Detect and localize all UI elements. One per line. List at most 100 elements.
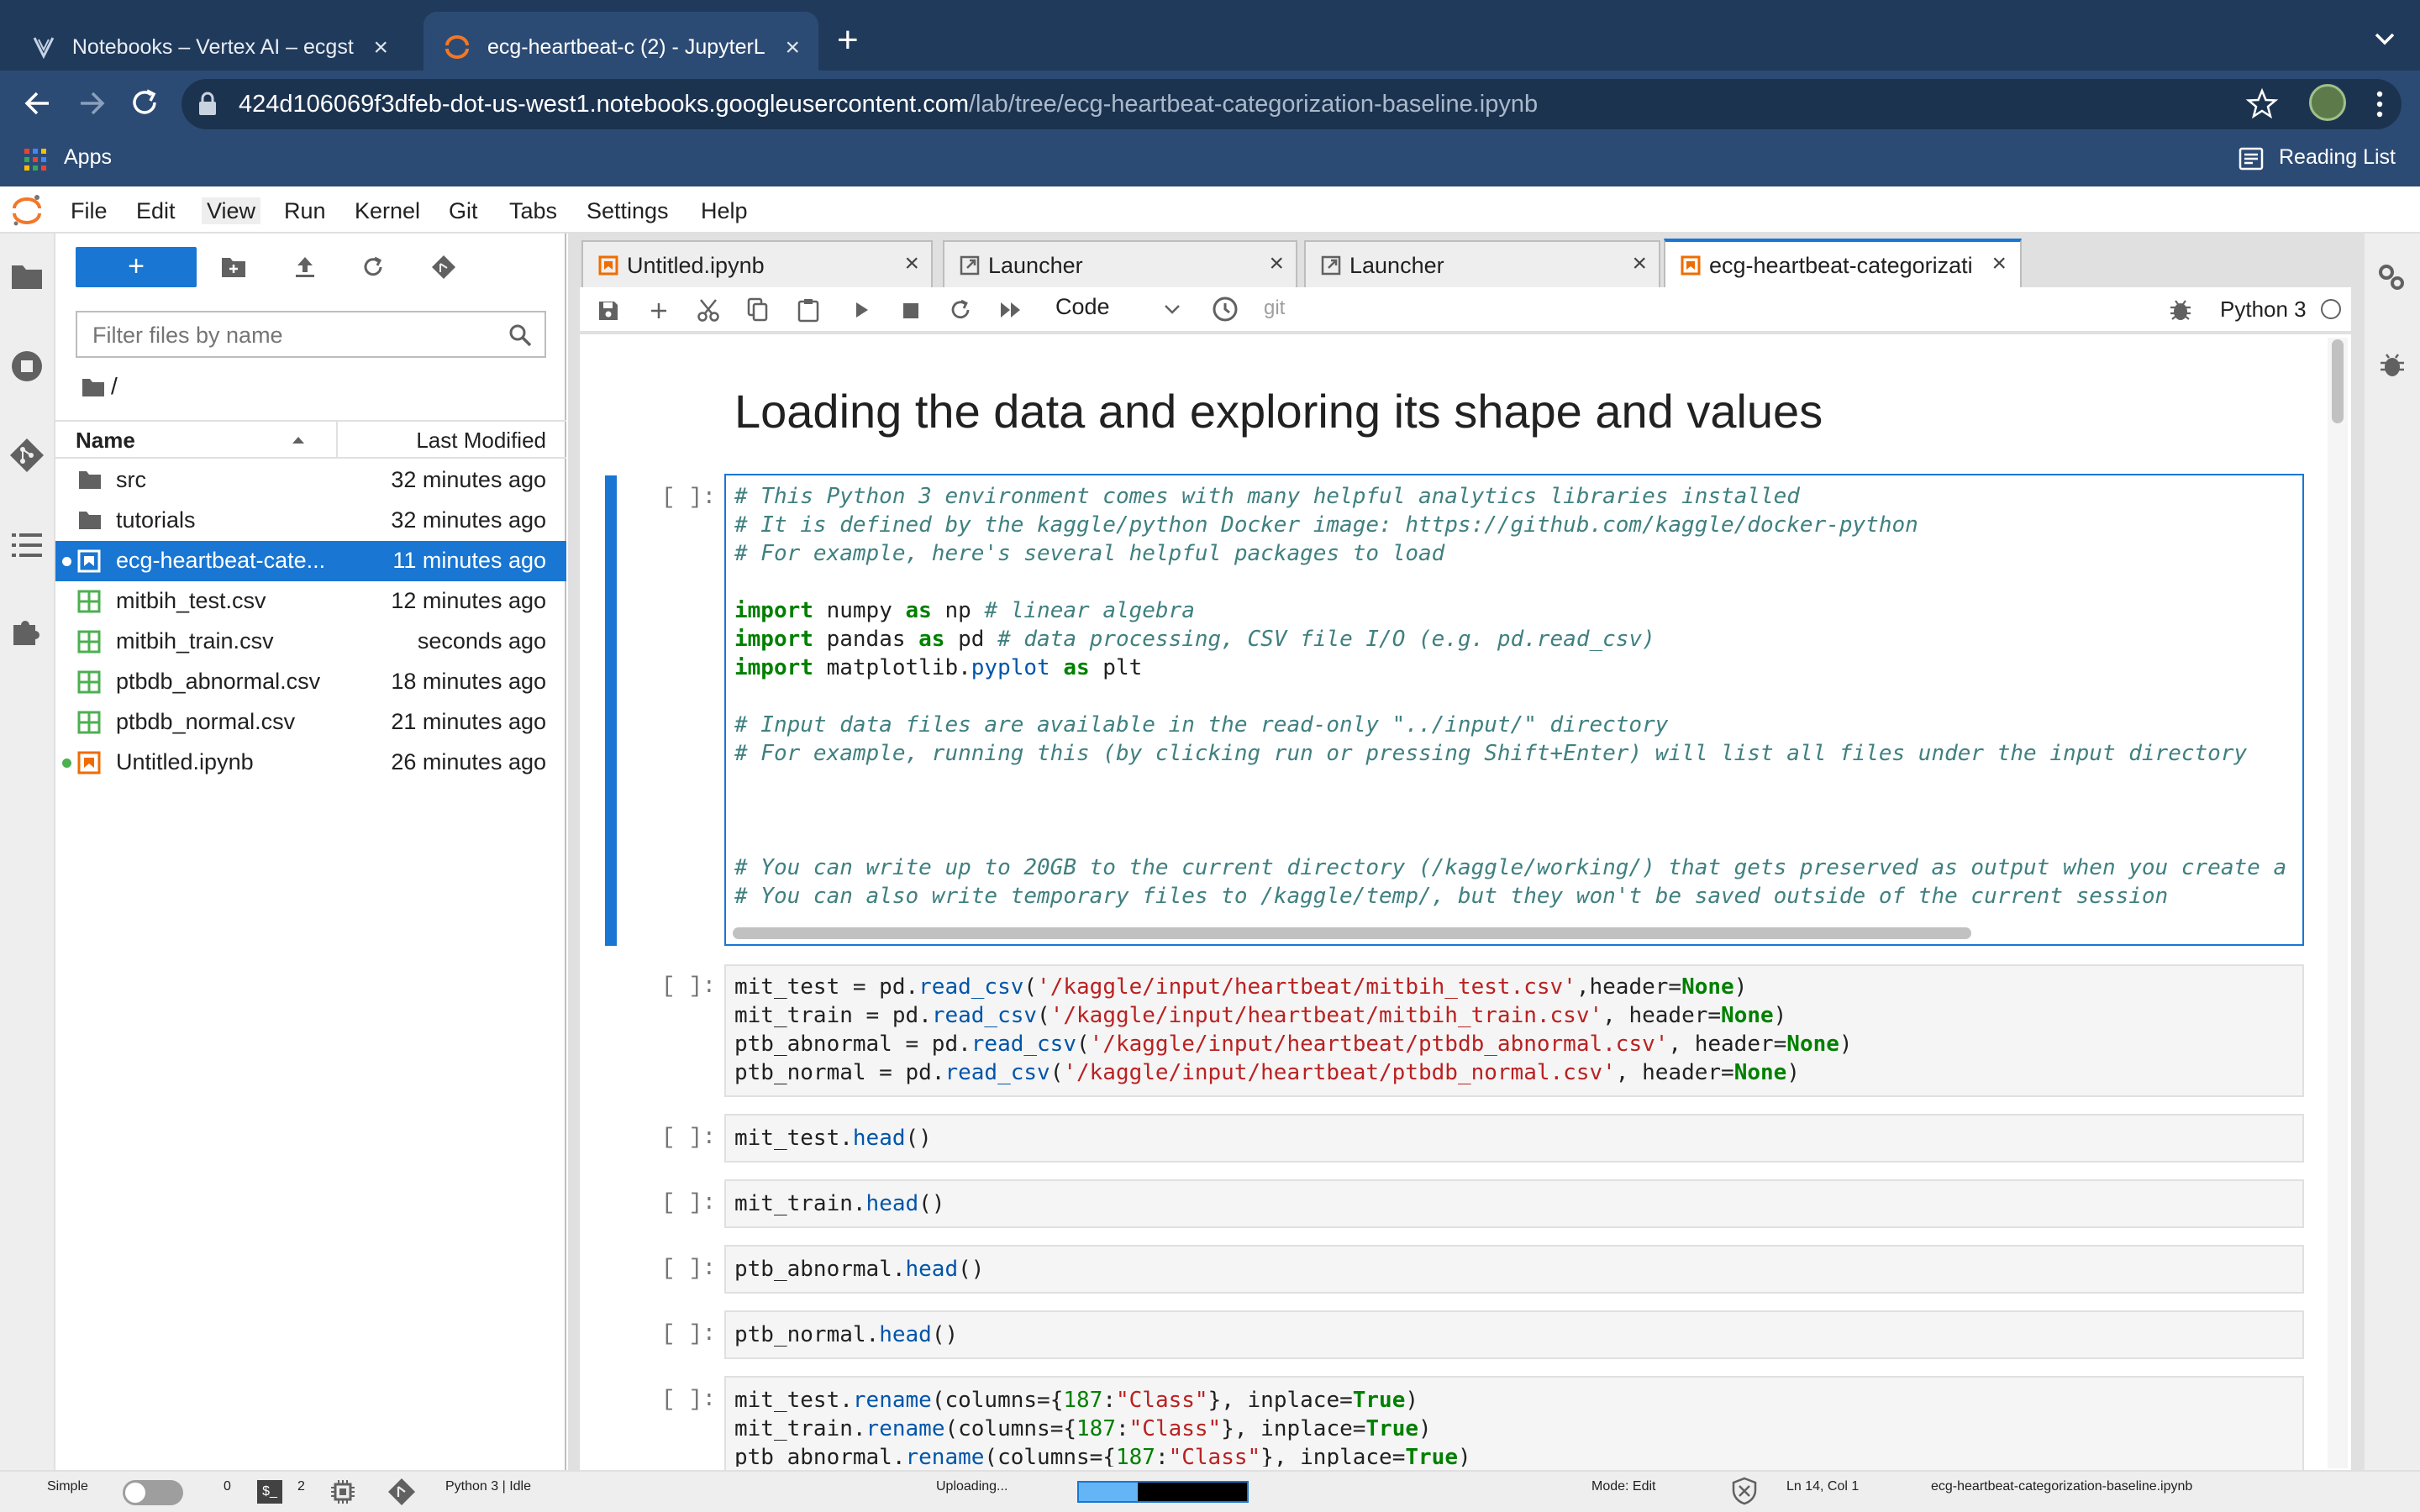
- file-row-mitbih-test[interactable]: mitbih_test.csv 12 minutes ago: [55, 581, 566, 622]
- kernel-status[interactable]: Python 3 | Idle: [445, 1479, 531, 1494]
- sort-up-icon[interactable]: [291, 435, 306, 445]
- reading-list[interactable]: Reading List: [2279, 144, 2396, 170]
- kernel-chip-icon[interactable]: [329, 1478, 356, 1505]
- upload-icon[interactable]: [292, 254, 318, 279]
- folder-icon[interactable]: [10, 262, 44, 291]
- new-tab-icon[interactable]: +: [837, 22, 859, 59]
- stop-icon[interactable]: [901, 301, 921, 321]
- menu-view[interactable]: View: [202, 197, 261, 224]
- cell-type-select[interactable]: Code: [1055, 294, 1110, 320]
- avatar[interactable]: [2309, 84, 2346, 121]
- doc-tab-untitled[interactable]: Untitled.ipynb ×: [581, 240, 933, 287]
- upload-status: Uploading...: [936, 1479, 1008, 1494]
- menu-settings[interactable]: Settings: [587, 197, 669, 224]
- shield-icon[interactable]: [1731, 1477, 1758, 1505]
- running-icon[interactable]: [10, 349, 44, 383]
- breadcrumb[interactable]: /: [111, 373, 118, 400]
- code-editor[interactable]: mit_test.head(): [734, 1124, 932, 1152]
- doc-tab-ecg-notebook[interactable]: ecg-heartbeat-categorizati ×: [1664, 239, 2022, 289]
- close-icon[interactable]: ×: [373, 35, 388, 60]
- simple-mode-toggle[interactable]: [123, 1480, 183, 1505]
- copy-icon[interactable]: [746, 297, 770, 323]
- scrollbar-thumb[interactable]: [2332, 339, 2344, 423]
- horizontal-scrollbar[interactable]: [733, 927, 1971, 939]
- menu-edit[interactable]: Edit: [136, 197, 176, 224]
- cursor-position[interactable]: Ln 14, Col 1: [1786, 1479, 1859, 1494]
- doc-tab-launcher-2[interactable]: Launcher ×: [1304, 240, 1660, 287]
- file-row-tutorials[interactable]: tutorials 32 minutes ago: [55, 501, 566, 541]
- apps-bookmark[interactable]: Apps: [64, 144, 112, 170]
- file-row-ecg-notebook[interactable]: ecg-heartbeat-cate... 11 minutes ago: [55, 541, 566, 581]
- code-editor[interactable]: mit_test = pd.read_csv('/kaggle/input/he…: [734, 973, 2289, 1087]
- close-icon[interactable]: ×: [1632, 250, 1647, 277]
- url-text[interactable]: 424d106069f3dfeb-dot-us-west1.notebooks.…: [239, 85, 1538, 123]
- forward-icon[interactable]: [74, 86, 109, 121]
- code-editor[interactable]: mit_train.head(): [734, 1189, 944, 1218]
- menu-git[interactable]: Git: [449, 197, 478, 224]
- code-editor[interactable]: ptb_abnormal.head(): [734, 1255, 984, 1284]
- toc-icon[interactable]: [10, 531, 44, 559]
- file-row-untitled[interactable]: Untitled.ipynb 26 minutes ago: [55, 743, 566, 783]
- git-icon[interactable]: [387, 1477, 417, 1507]
- menu-tabs[interactable]: Tabs: [509, 197, 557, 224]
- bug-icon[interactable]: [2168, 297, 2193, 323]
- chevron-down-icon[interactable]: [1163, 302, 1181, 316]
- code-cell[interactable]: [724, 1114, 2304, 1163]
- kernel-count[interactable]: 2: [297, 1479, 305, 1494]
- close-icon[interactable]: ×: [785, 35, 800, 60]
- file-filter-input[interactable]: [92, 321, 496, 349]
- menu-file[interactable]: File: [71, 197, 108, 224]
- terminal-icon[interactable]: $_: [257, 1480, 282, 1504]
- close-icon[interactable]: ×: [904, 250, 919, 277]
- run-icon[interactable]: [850, 299, 872, 321]
- add-cell-icon[interactable]: [647, 299, 671, 323]
- more-vert-icon[interactable]: [2373, 87, 2386, 121]
- new-folder-icon[interactable]: [220, 255, 247, 279]
- editor-mode[interactable]: Mode: Edit: [1591, 1479, 1655, 1494]
- paste-icon[interactable]: [797, 297, 820, 323]
- file-modified: 32 minutes ago: [391, 507, 546, 533]
- code-editor[interactable]: ptb_normal.head(): [734, 1320, 958, 1349]
- file-row-ptbdb-abnormal[interactable]: ptbdb_abnormal.csv 18 minutes ago: [55, 662, 566, 702]
- reload-icon[interactable]: [128, 86, 163, 121]
- back-icon[interactable]: [20, 86, 55, 121]
- clock-icon[interactable]: [1212, 296, 1239, 323]
- git-label[interactable]: git: [1264, 297, 1285, 320]
- new-launcher-button[interactable]: +: [76, 247, 197, 287]
- code-cell[interactable]: [724, 1179, 2304, 1228]
- file-row-src[interactable]: src 32 minutes ago: [55, 460, 566, 501]
- close-icon[interactable]: ×: [1991, 250, 2007, 277]
- file-row-mitbih-train[interactable]: mitbih_train.csv seconds ago: [55, 622, 566, 662]
- property-inspector-icon[interactable]: [2375, 260, 2408, 294]
- file-row-ptbdb-normal[interactable]: ptbdb_normal.csv 21 minutes ago: [55, 702, 566, 743]
- terminal-count[interactable]: 0: [224, 1479, 231, 1494]
- bookmark-star-icon[interactable]: [2245, 87, 2279, 121]
- code-editor[interactable]: mit_test.rename(columns={187:"Class"}, i…: [734, 1386, 1471, 1467]
- menu-run[interactable]: Run: [284, 197, 326, 224]
- git-clone-icon[interactable]: [430, 254, 457, 281]
- restart-icon[interactable]: [948, 297, 973, 323]
- name-column-header[interactable]: Name: [76, 428, 135, 454]
- menu-help[interactable]: Help: [701, 197, 748, 224]
- folder-icon[interactable]: [81, 376, 106, 398]
- vertical-scrollbar[interactable]: [2328, 338, 2348, 1468]
- file-filter[interactable]: [76, 311, 546, 358]
- search-icon[interactable]: [508, 323, 533, 348]
- modified-column-header[interactable]: Last Modified: [416, 428, 546, 454]
- doc-tab-launcher[interactable]: Launcher ×: [943, 240, 1297, 287]
- lock-icon[interactable]: [197, 91, 218, 118]
- kernel-name[interactable]: Python 3: [2220, 297, 2307, 323]
- menu-kernel[interactable]: Kernel: [355, 197, 420, 224]
- file-modified: 11 minutes ago: [392, 548, 546, 573]
- debugger-icon[interactable]: [2378, 351, 2407, 380]
- chevron-down-icon[interactable]: [2368, 22, 2402, 55]
- refresh-icon[interactable]: [360, 254, 387, 281]
- extension-icon[interactable]: [10, 615, 44, 648]
- cut-icon[interactable]: [696, 297, 721, 323]
- fast-forward-icon[interactable]: [998, 299, 1023, 321]
- code-cell[interactable]: [724, 1310, 2304, 1359]
- save-icon[interactable]: [597, 299, 620, 323]
- close-icon[interactable]: ×: [1269, 250, 1284, 277]
- code-editor[interactable]: # This Python 3 environment comes with m…: [734, 482, 2286, 926]
- git-icon[interactable]: [8, 437, 45, 474]
